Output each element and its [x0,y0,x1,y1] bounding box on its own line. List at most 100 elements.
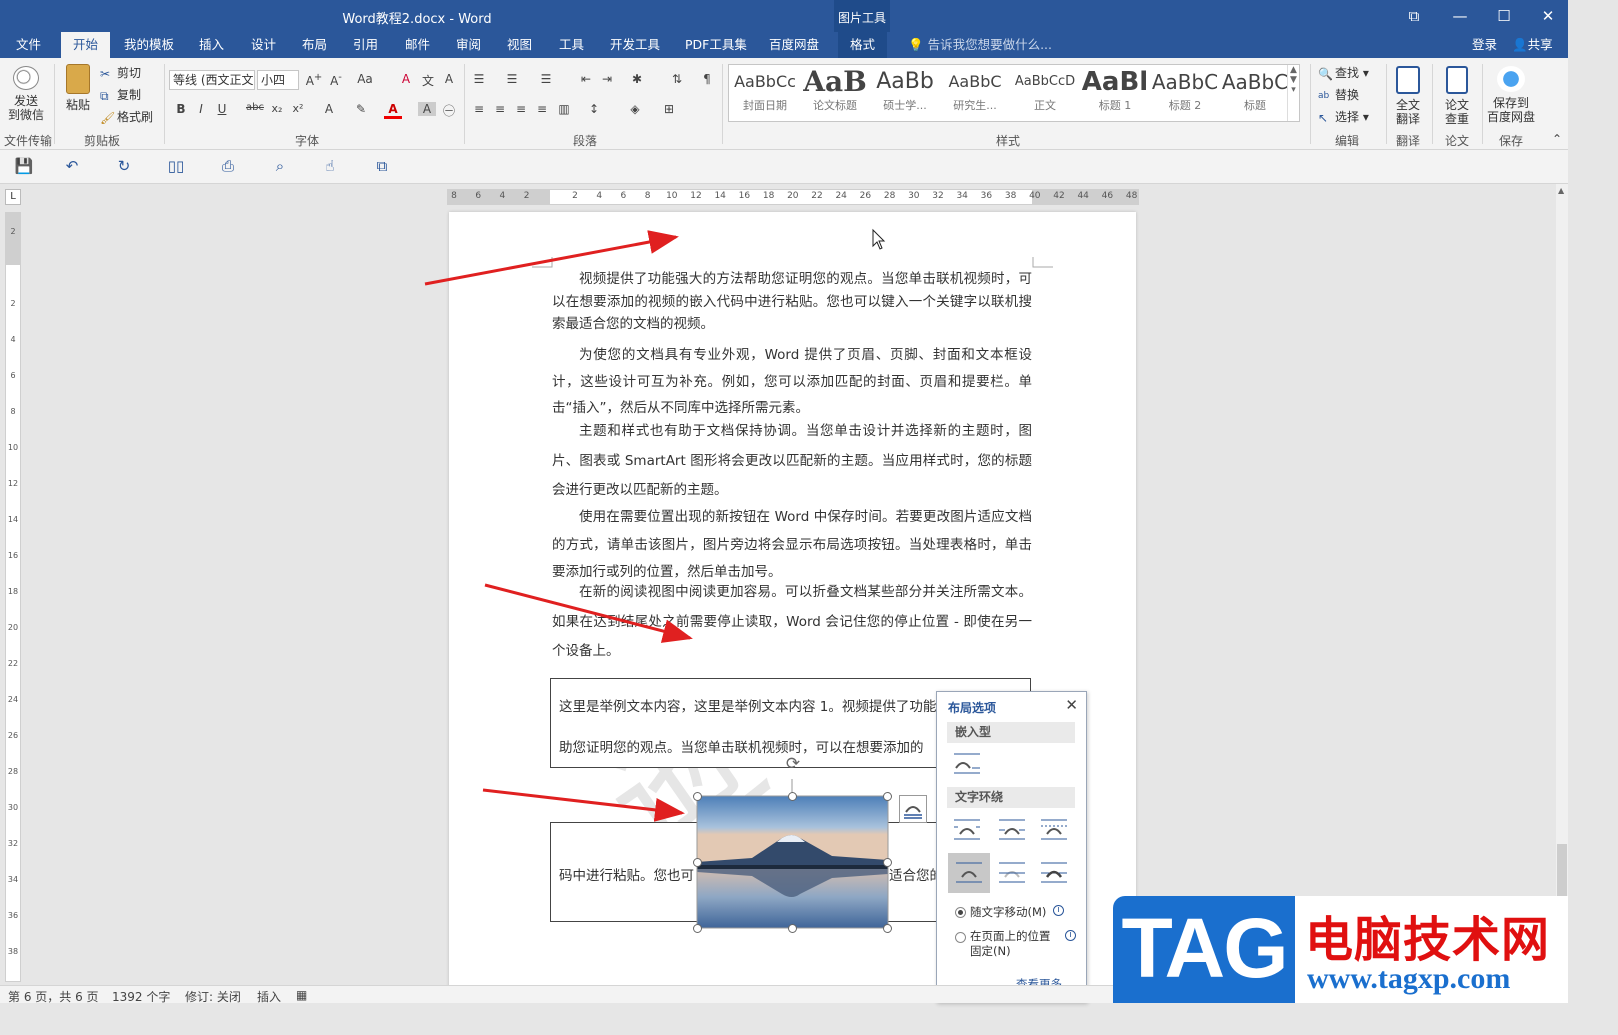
style-item[interactable]: AaBbC 标题 [1221,67,1289,119]
font-size-select[interactable]: 小四 [257,70,299,90]
paste-button[interactable]: 粘贴 [60,64,96,112]
tab-design[interactable]: 设计 [239,32,288,58]
distributed-icon[interactable]: ▥ [555,102,573,116]
change-case-icon[interactable]: Aa [356,72,374,86]
char-shading-icon[interactable]: A [418,102,436,116]
tab-file[interactable]: 文件 [4,32,53,58]
through-wrap-icon[interactable] [1039,816,1069,844]
macro-icon[interactable]: ▦ [296,988,307,1002]
info-icon[interactable]: i [1053,905,1064,916]
inline-with-text-icon[interactable] [952,750,982,778]
reading-mode-icon[interactable]: ▯▯ [166,157,186,175]
resize-handle[interactable] [693,792,702,801]
align-left-icon[interactable]: ≡ [470,102,488,116]
word-count[interactable]: 1392 个字 [112,988,170,1005]
tab-mailings[interactable]: 邮件 [393,32,442,58]
close-icon[interactable]: ✕ [1065,696,1078,714]
font-color-icon[interactable]: A [384,102,402,119]
tab-home[interactable]: 开始 [61,32,111,58]
send-to-wechat-button[interactable]: 发送 到微信 [4,66,48,122]
undo-icon[interactable]: ↶ [62,157,82,175]
minimize-button[interactable]: — [1440,0,1480,32]
style-item[interactable]: AaBbCcD 正文 [1011,67,1079,119]
tell-me-box[interactable]: 💡 告诉我您想要做什么... [896,32,1064,58]
fix-position-label-2[interactable]: 固定(N) [970,943,1011,959]
line-spacing-icon[interactable]: ↕ [585,102,603,116]
layout-options-button[interactable] [899,795,927,823]
resize-handle[interactable] [693,924,702,933]
tab-format[interactable]: 格式 [838,32,888,58]
tab-references[interactable]: 引用 [341,32,390,58]
zoom-icon[interactable]: ⌕ [270,157,290,175]
subscript-icon[interactable]: x₂ [268,102,286,115]
sort-icon[interactable]: ⇅ [668,72,686,86]
numbering-icon[interactable]: ☰ [503,72,521,86]
redo-icon[interactable]: ↻ [114,157,134,175]
copy-button[interactable]: ⧉ 复制 [100,86,141,103]
tab-templates[interactable]: 我的模板 [112,32,186,58]
bullets-icon[interactable]: ☰ [470,72,488,86]
fix-position-label-1[interactable]: 在页面上的位置 [970,928,1051,944]
close-button[interactable]: ✕ [1528,0,1568,32]
borders-icon[interactable]: ⊞ [660,102,678,116]
tab-view[interactable]: 视图 [495,32,544,58]
save-icon[interactable]: 💾 [14,157,34,175]
strikethrough-icon[interactable]: abc [246,102,264,113]
insert-mode-status[interactable]: 插入 [257,988,281,1005]
grow-font-icon[interactable]: A+ [305,72,323,88]
shrink-font-icon[interactable]: A- [327,72,345,88]
move-with-text-radio[interactable] [955,907,966,918]
shading-icon[interactable]: ◈ [626,102,644,116]
char-border-icon[interactable]: A [440,72,458,86]
underline-icon[interactable]: U [213,102,231,116]
vertical-ruler[interactable]: 2 2 4 6 8 10 12 14 16 18 20 22 24 26 28 30 32 34 36 38 [5,212,21,982]
fix-position-radio[interactable] [955,932,966,943]
chinese-layout-icon[interactable]: ✱ [628,72,646,86]
show-marks-icon[interactable]: ¶ [698,72,716,86]
style-item[interactable]: AaB 论文标题 [801,67,869,119]
behind-text-icon[interactable] [997,859,1027,887]
translate-button[interactable]: 全文 翻译 [1390,66,1426,126]
replace-button[interactable]: ab 替换 [1318,86,1359,103]
multilevel-list-icon[interactable]: ☰ [537,72,555,86]
highlight-icon[interactable]: ✎ [352,102,370,116]
tab-pdf[interactable]: PDF工具集 [673,32,759,58]
superscript-icon[interactable]: x² [289,102,307,115]
tab-tools[interactable]: 工具 [547,32,596,58]
save-to-baidu-button[interactable]: 保存到 百度网盘 [1486,66,1536,124]
share-button[interactable]: 👤共享 [1500,32,1565,58]
increase-indent-icon[interactable]: ⇥ [598,72,616,86]
tab-layout[interactable]: 布局 [290,32,339,58]
style-item[interactable]: AaBbC 标题 2 [1151,67,1219,119]
maximize-button[interactable]: ☐ [1484,0,1524,32]
find-button[interactable]: 🔍 查找 ▾ [1318,64,1369,81]
select-button[interactable]: ↖ 选择 ▾ [1318,108,1369,125]
info-icon[interactable]: i [1065,930,1076,941]
resize-handle[interactable] [883,924,892,933]
style-item[interactable]: AaBbCc 封面日期 [731,67,799,119]
scroll-thumb[interactable] [1557,844,1567,904]
phonetic-icon[interactable]: 文 [419,72,437,89]
collapse-ribbon-icon[interactable]: ⌃ [1548,132,1566,146]
tab-selector[interactable]: L [5,189,21,205]
italic-icon[interactable]: I [192,102,210,116]
print-preview-icon[interactable]: ⎙ [218,157,238,175]
cut-button[interactable]: ✂ 剪切 [100,64,141,81]
tab-insert[interactable]: 插入 [187,32,236,58]
square-wrap-icon[interactable] [952,816,982,844]
scroll-up-icon[interactable]: ▲ [1558,186,1564,195]
style-item[interactable]: AaBl 标题 1 [1081,67,1149,119]
rotate-handle-icon[interactable]: ⟳ [783,754,803,774]
resize-handle[interactable] [693,858,702,867]
tab-baidu[interactable]: 百度网盘 [757,32,831,58]
restore-ribbon-icon[interactable]: ⧉ [1394,0,1434,32]
style-item[interactable]: AaBbC 研究生... [941,67,1009,119]
plagiarism-check-button[interactable]: 论文 查重 [1438,66,1476,126]
tight-wrap-icon[interactable] [997,816,1027,844]
bold-icon[interactable]: B [172,102,190,116]
decrease-indent-icon[interactable]: ⇤ [577,72,595,86]
tab-review[interactable]: 审阅 [444,32,493,58]
style-item[interactable]: AaBb 硕士学... [871,67,939,119]
move-with-text-label[interactable]: 随文字移动(M) [970,904,1046,920]
touch-mode-icon[interactable]: ☝ [320,157,340,175]
